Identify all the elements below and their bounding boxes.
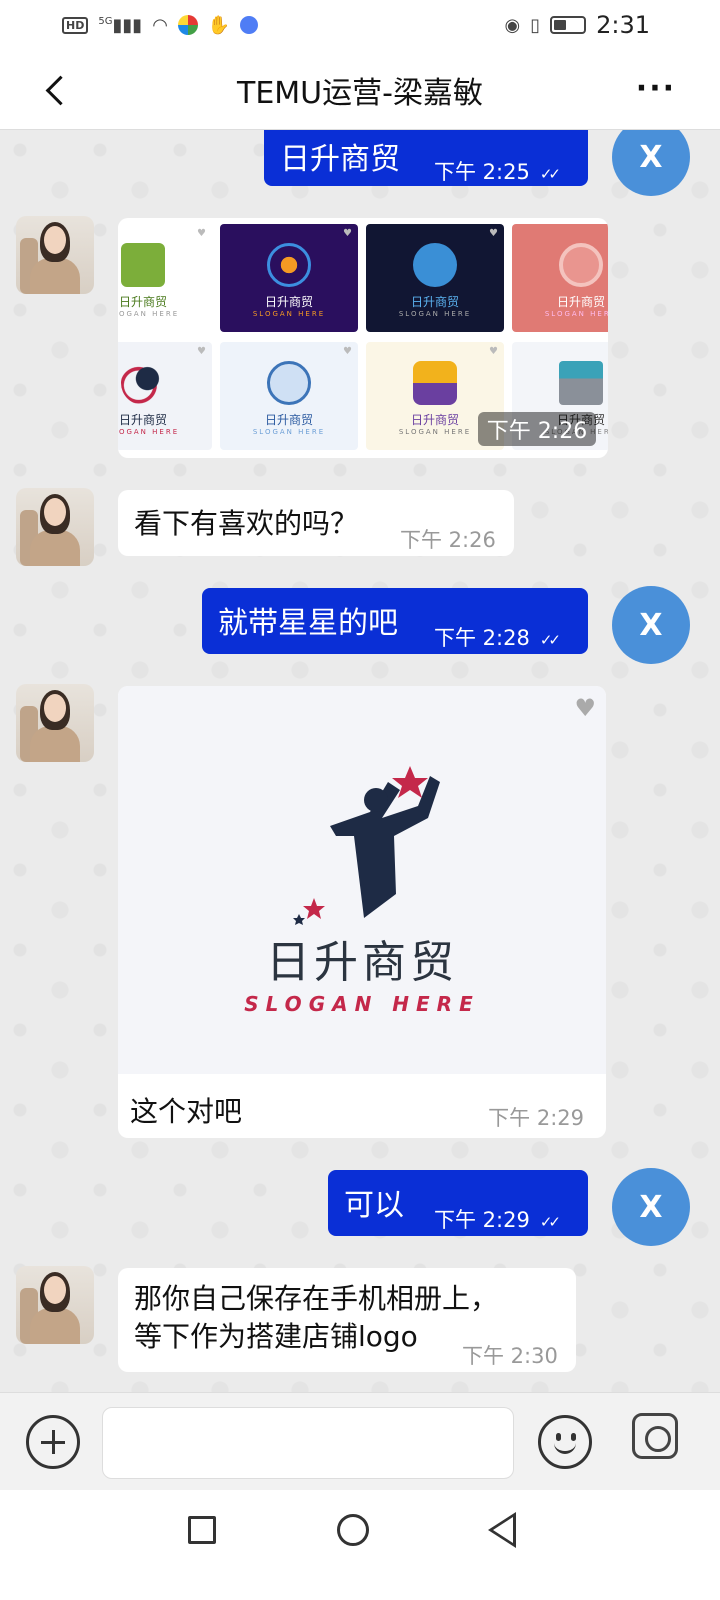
my-avatar[interactable]: X [612,586,690,664]
contact-avatar[interactable] [16,1266,94,1344]
message-text: 看下有喜欢的吗？ [134,507,359,540]
chat-messages[interactable]: 日升商贸 下午 2:25✓✓ X ♥ 日升商贸 SLOGAN HERE ♥ 日升… [0,130,720,1392]
battery-icon [550,16,587,34]
logo-tile[interactable]: ♥ 日升商贸 SLOGAN HERE [118,342,212,450]
message-input[interactable] [102,1407,514,1479]
selected-logo-image[interactable]: ♥ 日升商贸 SLOGAN HERE [118,686,606,1074]
favorite-icon: ♥ [489,228,498,239]
image-caption: 这个对吧 [130,1095,243,1128]
circle-logo-icon [559,243,603,287]
vibrate-icon: ▯ [530,14,541,36]
favorite-icon: ♥ [197,346,206,357]
app-badge-icon [240,16,259,34]
my-avatar[interactable]: X [612,130,690,196]
logo-tile[interactable]: 日升商贸 SLOGAN HERE [512,224,608,332]
system-navigation-bar [0,1490,720,1600]
logo-tile[interactable]: ♥ 日升商贸 SLOGAN HERE [220,342,358,450]
logo-image-message[interactable]: ♥ 日升商贸 SLOGAN HERE 这个对吧 下午 2:29 [118,686,606,1138]
favorite-icon: ♥ [197,228,206,239]
app-notification-icon [177,15,198,35]
logo-tile[interactable]: ♥ 日升商贸 SLOGAN HERE [220,224,358,332]
logo-tile[interactable]: ♥ 日升商贸 SLOGAN HERE [366,224,504,332]
message-text: 就带星星的吧 [218,606,398,641]
message-text: 日升商贸 [280,142,400,177]
chat-title: TEMU运营-梁嘉敏 [237,75,483,111]
logo-slogan-text: SLOGAN HERE [244,992,480,1016]
my-avatar[interactable]: X [612,1168,690,1246]
contact-avatar[interactable] [16,684,94,762]
message-time: 下午 2:29 [488,1106,584,1130]
message-composer [0,1392,720,1490]
star-moon-logo-icon [293,766,440,925]
recent-apps-button[interactable] [188,1516,216,1544]
message-time: 下午 2:28 ✓✓ [434,626,561,650]
add-circle-icon[interactable] [26,1415,80,1469]
more-options-icon[interactable]: ··· [636,74,676,104]
contact-avatar[interactable] [16,488,94,566]
back-arrow-icon[interactable] [40,70,76,110]
signal-icon: 5G▮▮▮ [98,14,143,36]
favorite-icon: ♥ [343,228,352,239]
chat-header: TEMU运营-梁嘉敏 ··· [0,50,720,130]
status-left: HD 5G▮▮▮ ◠ ✋ [62,14,259,36]
image-time: 下午 2:26 [478,412,596,446]
favorite-icon: ♥ [343,346,352,357]
emoji-icon[interactable] [538,1415,592,1469]
message-text-line: 那你自己保存在手机相册上， [134,1282,499,1315]
star-logo-icon [121,361,165,405]
message-time: 下午 2:26 [400,528,496,552]
read-check-icon: ✓✓ [539,631,561,649]
store-logo-icon [121,243,165,287]
basket-logo-icon [413,361,457,405]
hd-badge: HD [62,16,89,34]
logo-tile[interactable]: ♥ 日升商贸 SLOGAN HERE [118,224,212,332]
read-check-icon: ✓✓ [539,1213,561,1231]
logo-brand-text: 日升商贸 [266,937,458,988]
shopfront-logo-icon [559,361,603,405]
message-time: 下午 2:25 ✓✓ [434,160,561,184]
read-check-icon: ✓✓ [539,165,561,183]
bag-logo-icon [267,361,311,405]
hand-icon: ✋ [207,14,231,36]
contact-avatar[interactable] [16,216,94,294]
status-time: 2:31 [596,11,650,39]
instagram-icon[interactable] [632,1413,678,1459]
message-text: 可以 [344,1188,404,1223]
status-bar: HD 5G▮▮▮ ◠ ✋ ◉ ▯ 2:31 [0,0,720,50]
runner-logo-icon [413,243,457,287]
system-back-button[interactable] [488,1512,516,1548]
eye-icon: ◉ [504,14,521,36]
message-time: 下午 2:30 [462,1344,558,1368]
arrow-logo-icon [267,243,311,287]
status-right: ◉ ▯ 2:31 [504,11,650,39]
favorite-icon: ♥ [489,346,498,357]
message-time: 下午 2:29 ✓✓ [434,1208,561,1232]
home-button[interactable] [337,1514,369,1546]
wifi-icon: ◠ [152,14,168,36]
